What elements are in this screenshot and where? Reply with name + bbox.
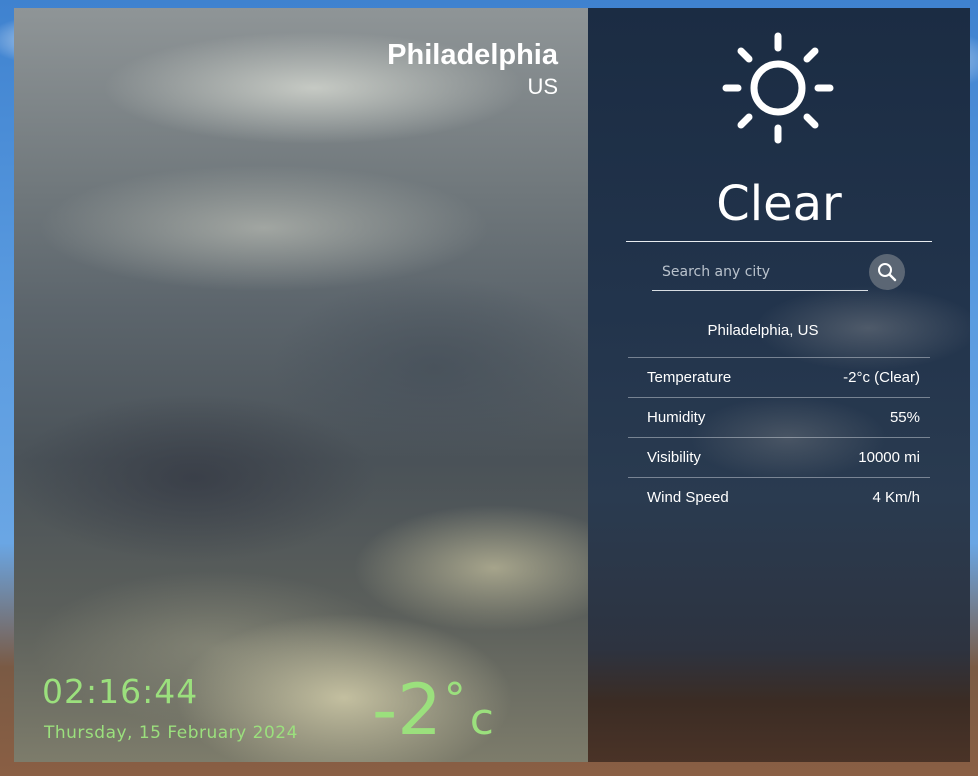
big-temperature: -2°c [372,670,494,750]
search-icon [878,263,897,282]
weather-condition: Clear [716,176,842,232]
detail-label: Wind Speed [647,489,729,506]
detail-row-visibility: Visibility 10000 mi [628,437,930,477]
temperature-unit: c [469,694,494,745]
temperature-value: -2 [372,669,442,751]
current-time: 02:16:44 [42,672,199,711]
detail-label: Temperature [647,369,732,386]
detail-label: Humidity [647,409,706,426]
degree-symbol: ° [443,674,466,725]
detail-value: 55% [889,409,920,426]
current-date: Thursday, 15 February 2024 [44,723,298,743]
divider [626,241,932,242]
weather-details-panel: Clear Philadelphia, US Temperature -2°c … [588,8,970,762]
weather-hero-card: Philadelphia US 02:16:44 Thursday, 15 Fe… [14,8,588,762]
search-field [652,258,878,291]
city-name: Philadelphia [387,39,558,71]
location-heading: Philadelphia US [387,38,558,100]
detail-value: -2°c (Clear) [843,369,920,386]
country-code: US [527,74,558,99]
detail-row-wind-speed: Wind Speed 4 Km/h [628,477,930,517]
detail-label: Visibility [647,449,701,466]
detail-row-temperature: Temperature -2°c (Clear) [628,357,930,397]
search-input[interactable] [652,258,878,286]
detail-row-humidity: Humidity 55% [628,397,930,437]
detail-value: 4 Km/h [872,489,920,506]
location-label: Philadelphia, US [707,322,819,339]
details-list: Temperature -2°c (Clear) Humidity 55% Vi… [628,357,930,517]
search-button[interactable] [869,254,905,290]
detail-value: 10000 mi [858,449,920,466]
sun-icon [722,32,834,144]
